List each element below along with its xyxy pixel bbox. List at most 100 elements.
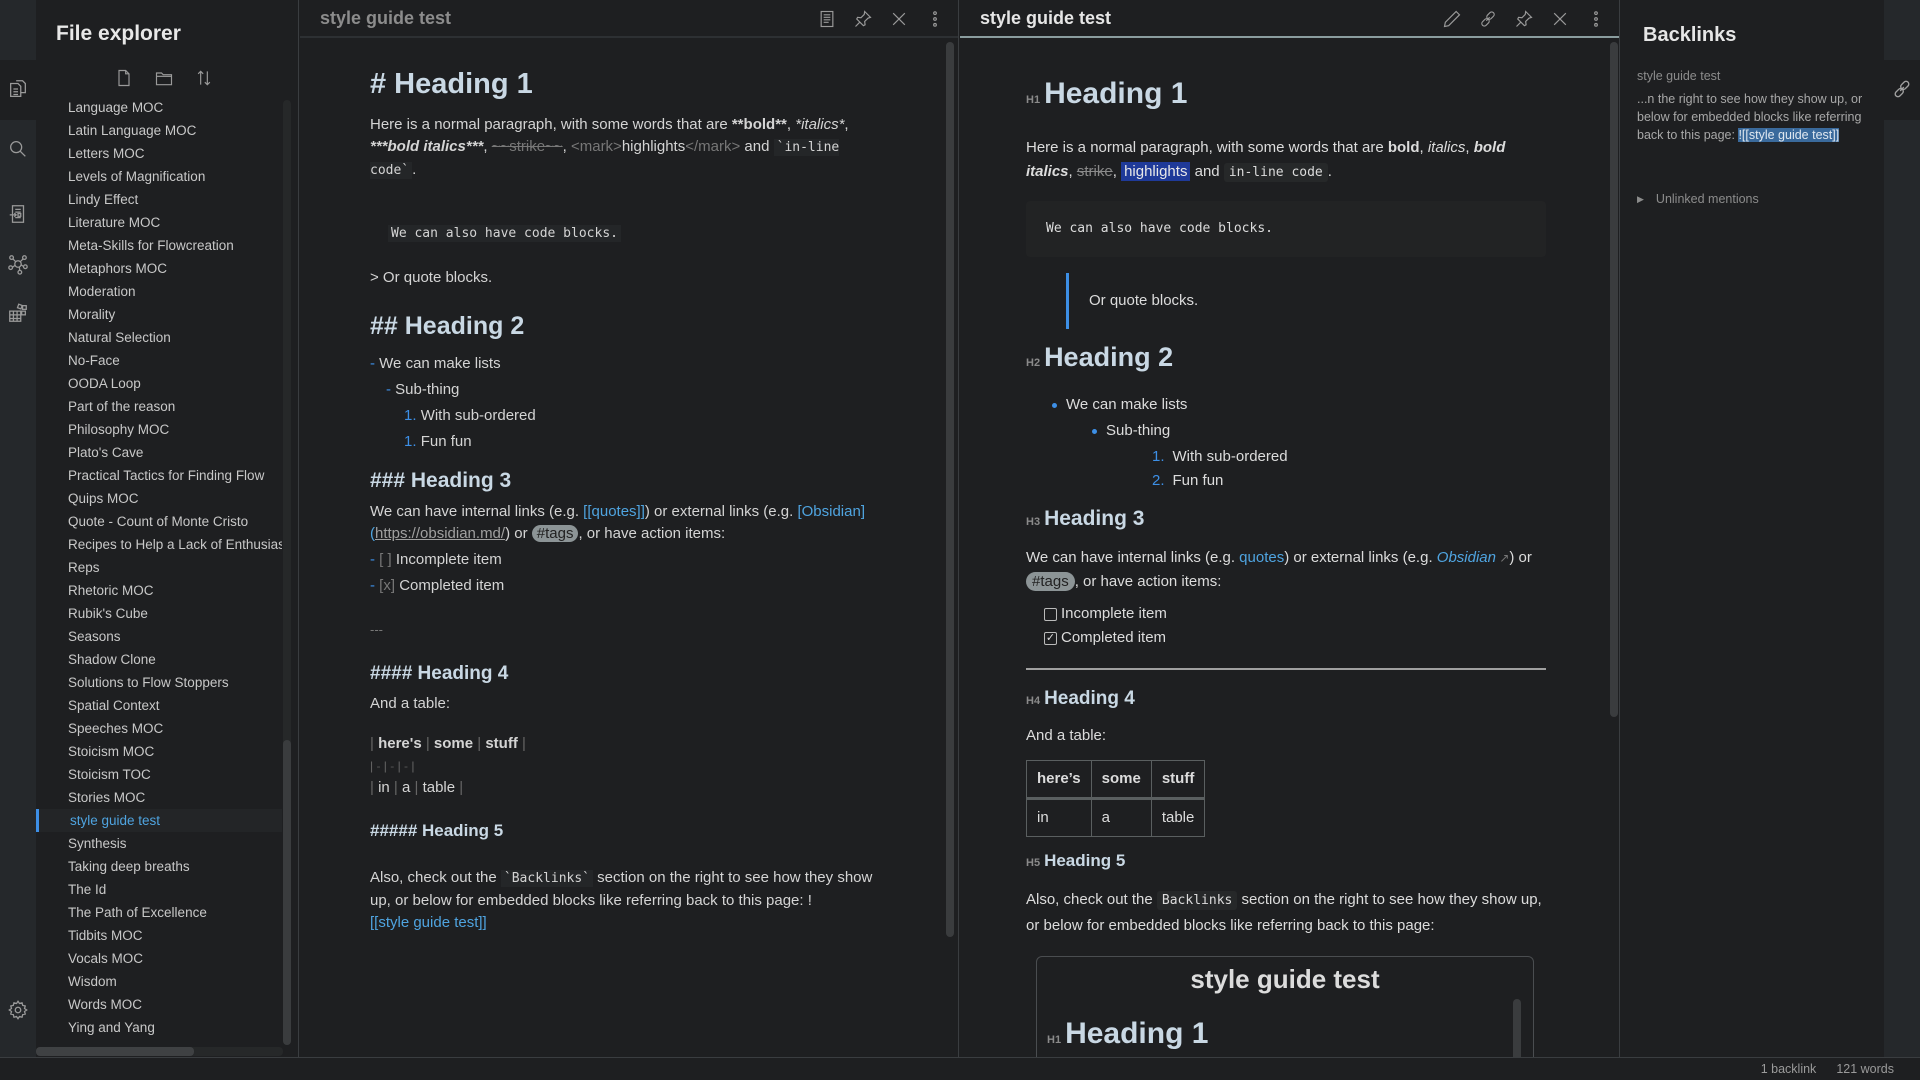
file-item[interactable]: Part of the reason (36, 395, 282, 418)
file-item[interactable]: Meta-Skills for Flowcreation (36, 234, 282, 257)
status-bar: 1 backlink 121 words (0, 1057, 1920, 1080)
file-item[interactable]: Ying and Yang (36, 1016, 282, 1039)
file-list-horizontal-scrollbar[interactable] (36, 1047, 283, 1056)
search-icon[interactable] (6, 137, 30, 161)
task-checkbox-checked[interactable]: ✓ (1044, 631, 1057, 645)
preview-blockquote: Or quote blocks. (1066, 273, 1546, 329)
source-list-item: 1. Fun fun (404, 433, 472, 450)
preview-task-complete: ✓ Completed item (1044, 629, 1167, 646)
more-options-icon[interactable] (922, 6, 948, 32)
backlink-snippet[interactable]: ...n the right to see how they show up, … (1637, 90, 1872, 144)
preview-list-item: Sub-thing (1092, 419, 1546, 443)
preview-heading-1: H1 Heading 1 (1026, 77, 1188, 110)
link-icon[interactable] (1475, 6, 1501, 32)
preview-internal-link[interactable]: quotes (1239, 549, 1284, 566)
file-item[interactable]: Language MOC (36, 96, 282, 119)
files-icon[interactable] (6, 77, 30, 101)
backlink-file-name[interactable]: style guide test (1637, 69, 1720, 83)
pin-icon[interactable] (1511, 6, 1537, 32)
preview-table: here’s some stuff in a table (1026, 760, 1206, 837)
file-item[interactable]: Quote - Count of Monte Cristo (36, 510, 282, 533)
file-item[interactable]: Stories MOC (36, 786, 282, 809)
file-item[interactable]: Recipes to Help a Lack of Enthusiasm (36, 533, 282, 556)
preview-scrollbar[interactable] (1610, 42, 1618, 717)
file-item[interactable]: Literature MOC (36, 211, 282, 234)
file-item[interactable]: Seasons (36, 625, 282, 648)
new-note-icon[interactable] (112, 66, 136, 90)
file-item[interactable]: Solutions to Flow Stoppers (36, 671, 282, 694)
preview-highlight: highlights (1121, 162, 1191, 181)
source-heading-4: #### Heading 4 (370, 663, 509, 684)
source-internal-link[interactable]: [[quotes]] (583, 503, 645, 520)
preview-paragraph-3: We can have internal links (e.g. quotes)… (1026, 549, 1532, 591)
file-item[interactable]: Rhetoric MOC (36, 579, 282, 602)
file-item[interactable]: OODA Loop (36, 372, 282, 395)
file-item-active[interactable]: style guide test (36, 809, 282, 832)
file-item[interactable]: Words MOC (36, 993, 282, 1016)
plugins-grid-icon[interactable] (6, 301, 30, 325)
preview-toggle-icon[interactable] (814, 6, 840, 32)
import-icon[interactable] (6, 202, 30, 226)
source-table-row: | here's | some | stuff | (370, 735, 526, 752)
source-external-link-url[interactable]: https://obsidian.md/ (375, 525, 505, 542)
close-pane-icon[interactable] (1547, 6, 1573, 32)
source-tag[interactable]: #tags (531, 525, 579, 542)
file-item[interactable]: Speeches MOC (36, 717, 282, 740)
external-link-icon: ↗ (1495, 551, 1510, 565)
preview-code-block: We can also have code blocks. (1026, 201, 1546, 257)
source-table-cell: stuff (485, 735, 518, 752)
file-item[interactable]: Quips MOC (36, 487, 282, 510)
new-folder-icon[interactable] (152, 66, 176, 90)
file-item[interactable]: Letters MOC (36, 142, 282, 165)
file-item[interactable]: Metaphors MOC (36, 257, 282, 280)
source-task-item: - [x] Completed item (370, 577, 505, 594)
file-item[interactable]: Vocals MOC (36, 947, 282, 970)
file-item[interactable]: Spatial Context (36, 694, 282, 717)
pin-icon[interactable] (850, 6, 876, 32)
file-item[interactable]: Reps (36, 556, 282, 579)
file-item[interactable]: Taking deep breaths (36, 855, 282, 878)
preview-external-link[interactable]: Obsidian (1437, 549, 1496, 566)
graph-view-icon[interactable] (6, 252, 30, 276)
file-item[interactable]: Lindy Effect (36, 188, 282, 211)
file-item[interactable]: No-Face (36, 349, 282, 372)
file-item[interactable]: Moderation (36, 280, 282, 303)
table-row: in a table (1026, 798, 1206, 837)
file-item[interactable]: Practical Tactics for Finding Flow (36, 464, 282, 487)
file-item[interactable]: Synthesis (36, 832, 282, 855)
backlink-match: ![[style guide test]] (1738, 128, 1840, 142)
file-item[interactable]: Stoicism MOC (36, 740, 282, 763)
file-item[interactable]: Tidbits MOC (36, 924, 282, 947)
source-heading-5: ##### Heading 5 (370, 821, 504, 840)
backlinks-panel: Backlinks style guide test ...n the righ… (1621, 0, 1884, 1057)
file-item[interactable]: Natural Selection (36, 326, 282, 349)
file-item[interactable]: Philosophy MOC (36, 418, 282, 441)
file-list-scrollbar[interactable] (283, 100, 291, 1045)
more-options-icon[interactable] (1583, 6, 1609, 32)
file-item[interactable]: Plato's Cave (36, 441, 282, 464)
settings-gear-icon[interactable] (6, 998, 30, 1022)
preview-inline-code: in-line code (1223, 163, 1328, 182)
file-item[interactable]: Morality (36, 303, 282, 326)
task-checkbox[interactable] (1044, 607, 1057, 621)
close-pane-icon[interactable] (886, 6, 912, 32)
source-horizontal-rule: --- (370, 622, 383, 637)
file-item[interactable]: Levels of Magnification (36, 165, 282, 188)
file-item[interactable]: Rubik's Cube (36, 602, 282, 625)
markdown-source[interactable]: # Heading 1 Here is a normal paragraph, … (370, 62, 890, 938)
file-item[interactable]: Wisdom (36, 970, 282, 993)
editor-scrollbar[interactable] (946, 42, 954, 937)
file-item[interactable]: Latin Language MOC (36, 119, 282, 142)
preview-heading-4: H4 Heading 4 (1026, 688, 1135, 709)
unlinked-mentions-toggle[interactable]: ▶ Unlinked mentions (1637, 192, 1759, 206)
sort-icon[interactable] (192, 66, 216, 90)
file-item[interactable]: Shadow Clone (36, 648, 282, 671)
source-embed-link[interactable]: [[style guide test]] (370, 914, 487, 931)
file-item[interactable]: Stoicism TOC (36, 763, 282, 786)
backlinks-link-icon[interactable] (1890, 77, 1914, 101)
source-paragraph-1: Here is a normal paragraph, with some wo… (370, 116, 849, 179)
file-item[interactable]: The Path of Excellence (36, 901, 282, 924)
file-item[interactable]: The Id (36, 878, 282, 901)
edit-pencil-icon[interactable] (1439, 6, 1465, 32)
preview-tag[interactable]: #tags (1026, 572, 1075, 591)
